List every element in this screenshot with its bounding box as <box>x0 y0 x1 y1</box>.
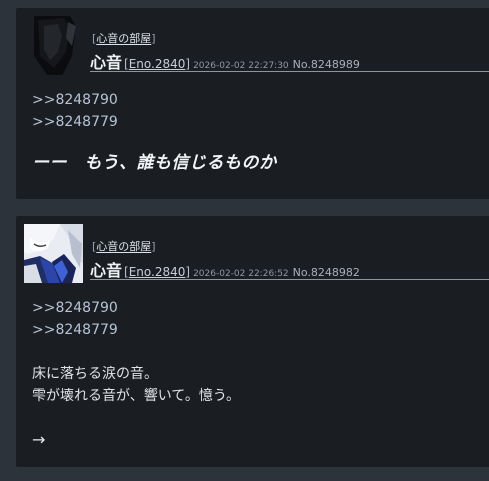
post-timestamp: 2026-02-02 22:27:30 <box>193 61 289 71</box>
room-link[interactable]: 心音の部屋 <box>96 32 151 45</box>
post-card: [心音の部屋] 心音 [Eno.2840] 2026-02-02 22:26:52 N… <box>16 216 489 467</box>
character-name: 心音 <box>90 53 123 72</box>
reply-anchor-link[interactable]: >>8248790 <box>32 297 481 319</box>
body-line: 雫が壊れる音が、響いて。憶う。 <box>32 388 241 404</box>
avatar[interactable] <box>24 16 83 75</box>
post-timestamp: 2026-02-02 22:26:52 <box>193 269 289 279</box>
avatar-image-dark <box>24 16 83 75</box>
post-card: [心音の部屋] 心音 [Eno.2840] 2026-02-02 22:27:30 N… <box>16 8 489 199</box>
post-header: 心音 [Eno.2840] 2026-02-02 22:27:30 No.824898… <box>90 49 489 72</box>
character-name: 心音 <box>90 261 123 280</box>
eno-link[interactable]: Eno.2840 <box>129 57 186 71</box>
room-link[interactable]: 心音の部屋 <box>96 240 151 253</box>
eno-link[interactable]: Eno.2840 <box>129 265 186 279</box>
post-body: >>8248790 >>8248779 床に落ちる涙の音。 雫が壊れる音が、響い… <box>32 297 481 451</box>
eno-label: [Eno.2840] <box>124 57 191 71</box>
post-body: >>8248790 >>8248779 ーー もう、誰も信じるものか <box>32 89 481 174</box>
post-number[interactable]: No.8248982 <box>293 266 360 279</box>
avatar-image-character <box>24 224 83 283</box>
post-number[interactable]: No.8248989 <box>293 58 360 71</box>
body-line: 床に落ちる涙の音。 <box>32 366 158 382</box>
room-label: [心音の部屋] <box>92 240 156 253</box>
room-label: [心音の部屋] <box>92 32 156 45</box>
reply-anchor-link[interactable]: >>8248779 <box>32 111 481 133</box>
eno-label: [Eno.2840] <box>124 265 191 279</box>
post-headline: ーー もう、誰も信じるものか <box>32 153 277 173</box>
reply-anchor-link[interactable]: >>8248790 <box>32 89 481 111</box>
post-header: 心音 [Eno.2840] 2026-02-02 22:26:52 No.824898… <box>90 257 489 280</box>
avatar[interactable] <box>24 224 83 283</box>
continue-arrow-icon[interactable]: → <box>32 429 481 451</box>
reply-anchor-link[interactable]: >>8248779 <box>32 319 481 341</box>
